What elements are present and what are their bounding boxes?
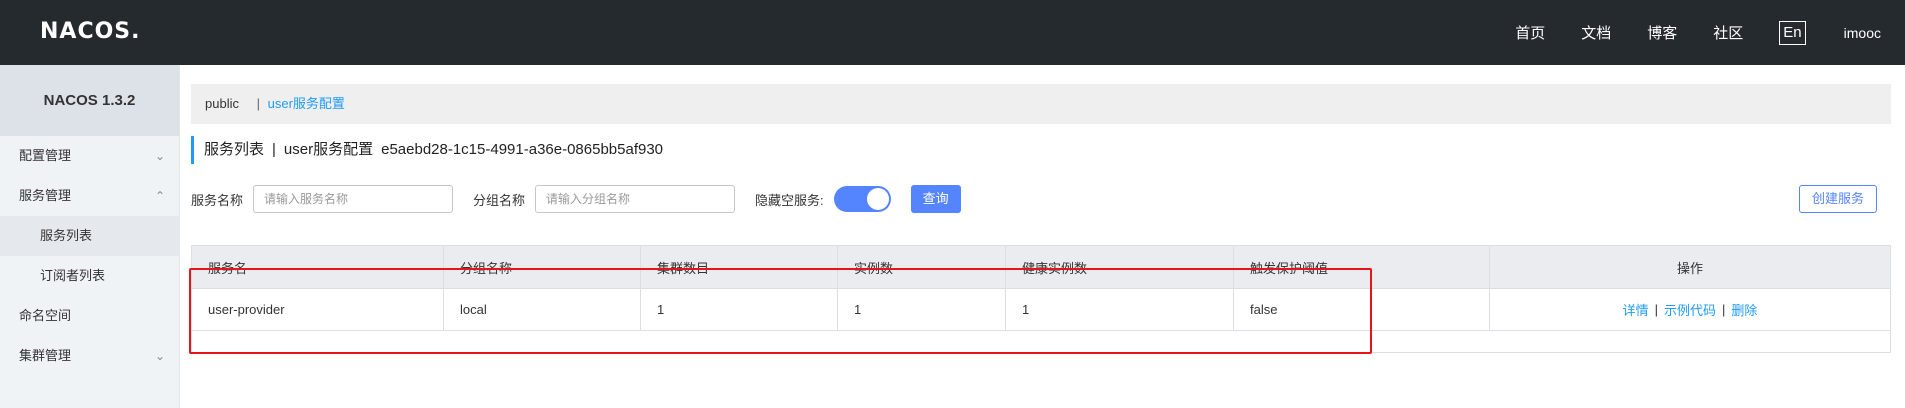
chevron-down-icon: ⌄ xyxy=(154,149,165,163)
version-label: NACOS 1.3.2 xyxy=(0,65,179,136)
column-header: 服务名 xyxy=(192,246,444,288)
table-header: 服务名 分组名称 集群数目 实例数 健康实例数 触发保护阈值 操作 xyxy=(192,246,1890,288)
nacos-logo[interactable]: NACOS. xyxy=(40,19,141,44)
query-button[interactable]: 查询 xyxy=(910,185,961,213)
column-header: 实例数 xyxy=(838,246,1006,288)
toggle-knob xyxy=(866,188,889,210)
page-title: 服务列表 | user服务配置 e5aebd28-1c15-4991-a36e-086… xyxy=(191,136,663,164)
sidebar-item-label: 服务管理 xyxy=(19,188,72,203)
breadcrumb-separator: | xyxy=(256,96,260,111)
delete-link[interactable]: 删除 xyxy=(1731,300,1757,319)
filter-bar: 服务名称 分组名称 隐藏空服务: 查询 创建服务 xyxy=(191,185,1891,213)
column-header: 健康实例数 xyxy=(1006,246,1234,288)
chevron-up-icon: ⌃ xyxy=(154,189,165,203)
detail-link[interactable]: 详情 xyxy=(1623,300,1649,319)
top-header: NACOS. 首页 文档 博客 社区 En imooc xyxy=(0,0,1905,65)
service-table: 服务名 分组名称 集群数目 实例数 健康实例数 触发保护阈值 操作 user-p… xyxy=(191,245,1891,353)
title-namespace-name: user服务配置 xyxy=(283,141,374,158)
cell-healthy-count: 1 xyxy=(1006,289,1234,330)
breadcrumb-namespace[interactable]: public xyxy=(205,96,239,111)
service-name-label: 服务名称 xyxy=(191,192,244,208)
action-separator: | xyxy=(1722,302,1726,317)
nav-home[interactable]: 首页 xyxy=(1515,22,1545,43)
cell-threshold: false xyxy=(1234,289,1490,330)
sidebar-item-label: 订阅者列表 xyxy=(40,268,106,283)
breadcrumb: public | user服务配置 xyxy=(191,84,1891,124)
title-namespace-id: e5aebd28-1c15-4991-a36e-0865bb5af930 xyxy=(381,141,664,158)
language-switch[interactable]: En xyxy=(1779,20,1806,45)
user-name[interactable]: imooc xyxy=(1844,25,1881,41)
group-name-input[interactable] xyxy=(535,185,736,213)
nav-community[interactable]: 社区 xyxy=(1713,22,1743,43)
hide-empty-toggle[interactable] xyxy=(833,186,891,212)
sidebar-item-config[interactable]: 配置管理 ⌄ xyxy=(0,136,179,176)
nav-docs[interactable]: 文档 xyxy=(1581,22,1611,43)
sidebar: NACOS 1.3.2 配置管理 ⌄ 服务管理 ⌃ 服务列表 订阅者列表 命名空… xyxy=(0,65,180,408)
create-service-button[interactable]: 创建服务 xyxy=(1798,185,1877,213)
sidebar-item-namespace[interactable]: 命名空间 xyxy=(0,296,179,336)
sidebar-item-cluster[interactable]: 集群管理 ⌄ xyxy=(0,336,179,376)
column-header: 分组名称 xyxy=(444,246,641,288)
sample-code-link[interactable]: 示例代码 xyxy=(1664,300,1716,319)
service-name-input[interactable] xyxy=(253,185,454,213)
sidebar-item-label: 命名空间 xyxy=(19,308,72,323)
sidebar-item-service[interactable]: 服务管理 ⌃ xyxy=(0,176,179,216)
breadcrumb-current[interactable]: user服务配置 xyxy=(268,96,345,111)
title-separator: | xyxy=(272,141,276,158)
sidebar-item-service-list[interactable]: 服务列表 xyxy=(0,216,179,256)
sidebar-item-subscribers[interactable]: 订阅者列表 xyxy=(0,256,179,296)
column-header: 触发保护阈值 xyxy=(1234,246,1490,288)
cell-actions: 详情 | 示例代码 | 删除 xyxy=(1490,289,1890,330)
cell-service-name: user-provider xyxy=(192,289,444,330)
hide-empty-label: 隐藏空服务: xyxy=(755,192,824,208)
top-nav: 首页 文档 博客 社区 En imooc xyxy=(1515,0,1905,65)
sidebar-item-label: 集群管理 xyxy=(19,348,72,363)
column-header: 操作 xyxy=(1676,260,1703,276)
title-prefix: 服务列表 xyxy=(204,141,265,158)
table-footer-space xyxy=(192,330,1890,352)
cell-group-name: local xyxy=(444,289,641,330)
table-row: user-provider local 1 1 1 false 详情 | 示例代… xyxy=(192,288,1890,330)
sidebar-item-label: 配置管理 xyxy=(19,148,72,163)
cell-cluster-count: 1 xyxy=(641,289,838,330)
chevron-down-icon: ⌄ xyxy=(154,349,165,363)
group-name-label: 分组名称 xyxy=(473,192,526,208)
action-separator: | xyxy=(1654,302,1658,317)
column-header: 集群数目 xyxy=(641,246,838,288)
nav-blog[interactable]: 博客 xyxy=(1647,22,1677,43)
cell-instance-count: 1 xyxy=(838,289,1006,330)
sidebar-item-label: 服务列表 xyxy=(40,228,93,243)
